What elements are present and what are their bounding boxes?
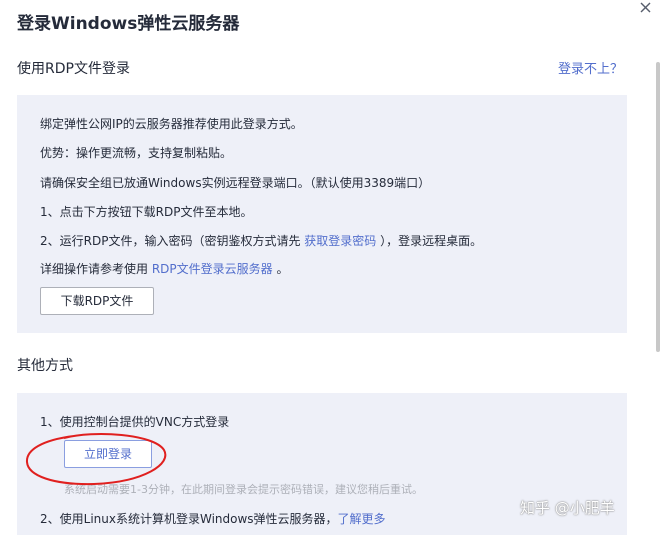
login-dialog: 登录Windows弹性云服务器 使用RDP文件登录 登录不上？ 绑定弹性公网IP… xyxy=(0,0,662,535)
close-icon[interactable] xyxy=(636,0,654,18)
download-rdp-button[interactable]: 下载RDP文件 xyxy=(40,287,154,315)
vnc-hint-text: 系统启动需要1-3分钟，在此期间登录会提示密码错误，建议您稍后重试。 xyxy=(64,483,423,496)
rdp-step2-prefix: 2、运行RDP文件，输入密码（密钥鉴权方式请先 xyxy=(40,234,305,248)
login-now-button[interactable]: 立即登录 xyxy=(64,440,152,468)
vnc-login-text: 1、使用控制台提供的VNC方式登录 xyxy=(40,415,230,429)
watermark: 知乎 @小肥羊 xyxy=(520,499,615,517)
rdp-step2-text: 2、运行RDP文件，输入密码（密钥鉴权方式请先 获取登录密码 ），登录远程桌面。 xyxy=(40,232,482,249)
rdp-guide-suffix: 。 xyxy=(272,262,289,276)
vertical-scrollbar[interactable] xyxy=(656,62,660,352)
dialog-title: 登录Windows弹性云服务器 xyxy=(17,14,240,34)
rdp-step1-text: 1、点击下方按钮下载RDP文件至本地。 xyxy=(40,205,253,219)
rdp-panel: 绑定弹性公网IP的云服务器推荐使用此登录方式。 优势：操作更流畅，支持复制粘贴。… xyxy=(17,95,627,333)
get-password-link[interactable]: 获取登录密码 xyxy=(304,234,376,248)
learn-more-link[interactable]: 了解更多 xyxy=(338,512,386,526)
rdp-advantage-text: 优势：操作更流畅，支持复制粘贴。 xyxy=(40,146,233,160)
rdp-recommend-text: 绑定弹性公网IP的云服务器推荐使用此登录方式。 xyxy=(40,117,303,131)
login-fail-link[interactable]: 登录不上？ xyxy=(558,58,623,77)
other-section-title: 其他方式 xyxy=(17,358,73,374)
rdp-port-text: 请确保安全组已放通Windows实例远程登录端口。（默认使用3389端口） xyxy=(40,176,431,190)
rdp-section-title: 使用RDP文件登录 xyxy=(17,61,130,77)
linux-login-prefix: 2、使用Linux系统计算机登录Windows弹性云服务器， xyxy=(40,512,338,526)
rdp-step2-suffix: ），登录远程桌面。 xyxy=(376,234,483,248)
linux-login-text: 2、使用Linux系统计算机登录Windows弹性云服务器，了解更多 xyxy=(40,510,386,527)
rdp-guide-prefix: 详细操作请参考使用 xyxy=(40,262,152,276)
rdp-guide-text: 详细操作请参考使用 RDP文件登录云服务器 。 xyxy=(40,260,288,277)
rdp-guide-link[interactable]: RDP文件登录云服务器 xyxy=(152,262,273,276)
